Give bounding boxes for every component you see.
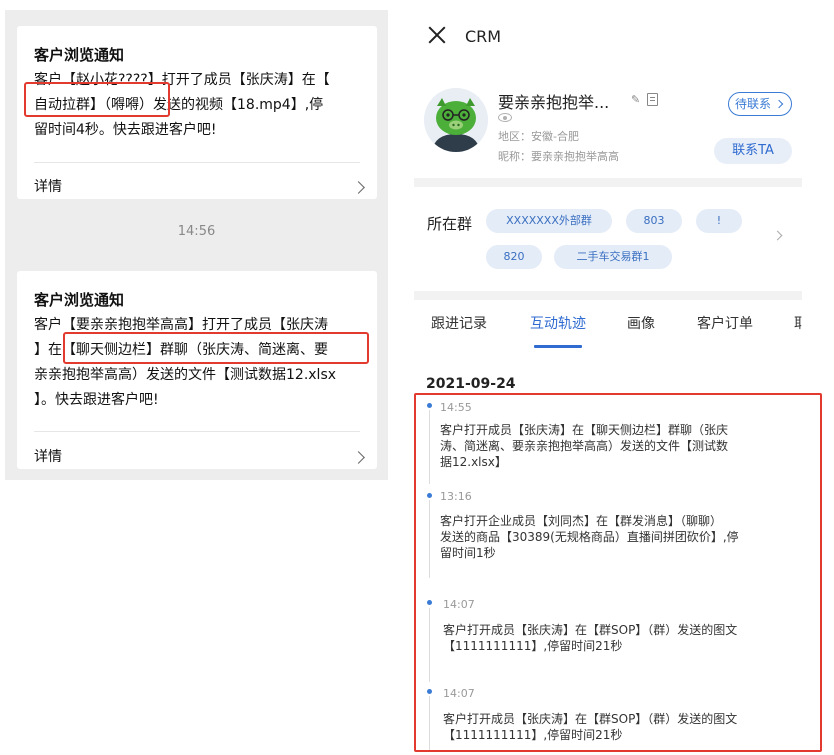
chevron-right-icon[interactable] xyxy=(352,181,365,194)
card-title: 客户浏览通知 xyxy=(34,291,125,309)
timeline-time: 13:16 xyxy=(440,490,472,503)
entry-line: 客户打开成员【张庆涛】在【聊天侧边栏】群聊（张庆 xyxy=(440,423,729,437)
timeline-dot xyxy=(427,493,432,498)
timeline-line xyxy=(429,500,430,578)
eye-icon xyxy=(498,113,512,122)
timeline-time: 14:07 xyxy=(443,598,475,611)
tab-portrait[interactable]: 画像 xyxy=(627,313,655,333)
active-tab-indicator xyxy=(534,345,582,348)
tab-follow-up[interactable]: 跟进记录 xyxy=(431,313,487,333)
tab-orders[interactable]: 客户订单 xyxy=(697,313,753,333)
group-tag[interactable]: 803 xyxy=(626,209,682,233)
contact-button[interactable]: 联系TA xyxy=(714,138,792,164)
timeline-date: 2021-09-24 xyxy=(426,376,516,392)
tab-interaction-track[interactable]: 互动轨迹 xyxy=(530,313,586,333)
edit-icon[interactable]: ✎ xyxy=(631,94,643,106)
group-tag[interactable]: 二手车交易群1 xyxy=(554,245,672,269)
close-icon[interactable] xyxy=(428,26,446,44)
timeline-entry-text: 客户打开成员【张庆涛】在【群SOP】（群）发送的图文 【1111111111】,… xyxy=(443,711,737,743)
highlight-box xyxy=(63,332,369,364)
screenshot-stage: 客户浏览通知 客户【赵小花????】打开了成员【张庆涛】在【 自动拉群】（嘚嘚）… xyxy=(0,0,834,755)
timeline-line xyxy=(429,608,430,682)
customer-nickname: 昵称：要亲亲抱抱举高高 xyxy=(498,150,619,163)
entry-line: 涛、简迷离、要亲亲抱抱举高高）发送的文件【测试数 xyxy=(440,439,729,453)
note-icon[interactable] xyxy=(647,93,658,106)
entry-line: 【1111111111】,停留时间21秒 xyxy=(443,728,623,742)
timeline-entry-text: 客户打开企业成员【刘同杰】在【群发消息】（聊聊） 发送的商品【30389(无规格… xyxy=(440,513,739,561)
timeline-line xyxy=(429,696,430,750)
timeline-dot xyxy=(427,600,432,605)
message-line: 留时间4秒。快去跟进客户吧! xyxy=(34,122,217,138)
entry-line: 客户打开成员【张庆涛】在【群SOP】（群）发送的图文 xyxy=(443,623,738,637)
timeline-entry-text: 客户打开成员【张庆涛】在【聊天侧边栏】群聊（张庆 涛、简迷离、要亲亲抱抱举高高）… xyxy=(440,422,728,470)
timeline-dot xyxy=(427,689,432,694)
notification-card: 客户浏览通知 客户【要亲亲抱抱举高高】打开了成员【张庆涛 】在【聊天侧边栏】群聊… xyxy=(17,271,377,469)
pending-label: 待联系 xyxy=(735,97,772,111)
avatar xyxy=(424,88,488,152)
timeline-time: 14:07 xyxy=(443,687,475,700)
entry-line: 客户打开企业成员【刘同杰】在【群发消息】（聊聊） xyxy=(440,514,723,528)
chevron-right-icon xyxy=(774,99,784,109)
app-title: CRM xyxy=(465,27,502,46)
message-line: 亲亲抱抱举高高）发送的文件【测试数据12.xlsx xyxy=(34,367,337,383)
pig-avatar-icon xyxy=(424,88,488,152)
timeline-dot xyxy=(427,403,432,408)
chevron-right-icon[interactable] xyxy=(352,451,365,464)
customer-region: 地区：安徽-合肥 xyxy=(498,130,579,143)
chevron-right-icon[interactable] xyxy=(772,230,783,241)
group-tag[interactable]: XXXXXXX外部群 xyxy=(486,209,612,233)
entry-line: 留时间1秒 xyxy=(440,546,496,560)
message-line: 】。快去跟进客户吧! xyxy=(34,392,159,408)
detail-link[interactable]: 详情 xyxy=(34,176,62,196)
timeline-line xyxy=(429,410,430,484)
group-tag[interactable]: 820 xyxy=(486,245,542,269)
timeline-entry-text: 客户打开成员【张庆涛】在【群SOP】（群）发送的图文 【1111111111】,… xyxy=(443,622,737,654)
tab-bar: 跟进记录 互动轨迹 画像 客户订单 耶 xyxy=(414,300,802,350)
entry-line: 【1111111111】,停留时间21秒 xyxy=(443,639,623,653)
group-tag[interactable]: ! xyxy=(696,209,742,233)
time-separator: 14:56 xyxy=(177,224,216,239)
crm-panel: CRM 要亲亲抱抱举... ✎ 地区：安徽-合肥 昵称：要亲亲抱抱举高高 待联系… xyxy=(414,0,822,755)
entry-line: 据12.xlsx】 xyxy=(440,455,507,469)
highlight-box xyxy=(24,82,170,117)
entry-line: 客户打开成员【张庆涛】在【群SOP】（群）发送的图文 xyxy=(443,712,738,726)
notification-feed: 客户浏览通知 客户【赵小花????】打开了成员【张庆涛】在【 自动拉群】（嘚嘚）… xyxy=(5,10,388,480)
tab-overflow[interactable]: 耶 xyxy=(794,313,802,333)
timeline-time: 14:55 xyxy=(440,401,472,414)
section-divider xyxy=(414,291,802,300)
divider xyxy=(34,162,360,163)
entry-line: 发送的商品【30389(无规格商品）直播间拼团砍价】,停 xyxy=(440,530,739,544)
groups-label: 所在群 xyxy=(427,215,473,233)
divider xyxy=(34,431,360,432)
detail-link[interactable]: 详情 xyxy=(34,446,62,466)
customer-name: 要亲亲抱抱举... xyxy=(498,93,610,112)
pending-contact-button[interactable]: 待联系 xyxy=(728,92,792,116)
section-divider xyxy=(414,178,802,187)
card-title: 客户浏览通知 xyxy=(34,46,125,64)
